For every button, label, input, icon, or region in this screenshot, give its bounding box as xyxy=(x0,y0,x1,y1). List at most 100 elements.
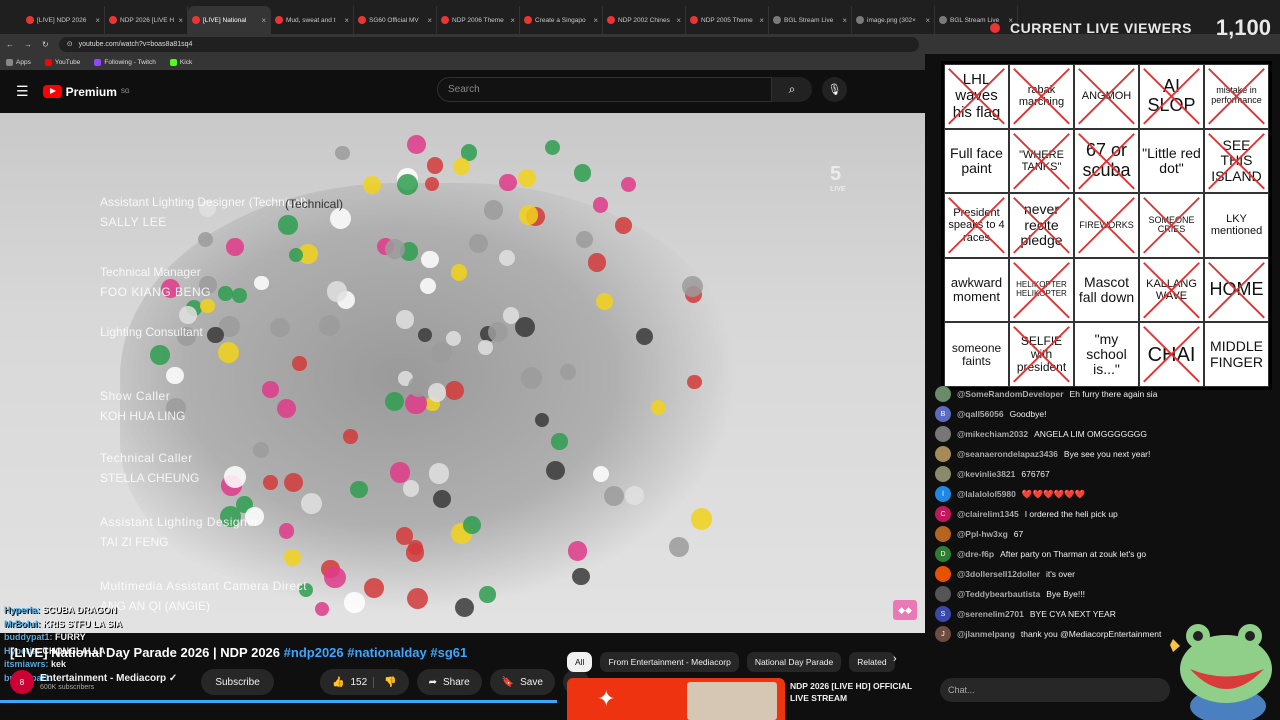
chat-avatar[interactable] xyxy=(935,466,951,482)
bookmark-item[interactable]: Following - Twitch xyxy=(94,58,156,66)
search-input[interactable]: Search xyxy=(437,77,772,102)
video-player[interactable]: Assistant Lighting Designer (Technical) S… xyxy=(0,113,925,633)
bookmark-item[interactable]: Apps xyxy=(6,58,31,66)
share-button[interactable]: ➦ Share xyxy=(416,669,482,695)
chat-avatar[interactable]: J xyxy=(935,626,951,642)
hashtag-link[interactable]: #ndp2026 xyxy=(284,645,344,660)
voice-search-button[interactable]: 🎙 xyxy=(822,77,847,102)
site-info-icon[interactable]: ⊙ xyxy=(67,40,73,48)
chat-username[interactable]: @serenelim2701 xyxy=(957,609,1024,619)
chat-avatar[interactable] xyxy=(935,386,951,402)
save-button[interactable]: 🔖 Save xyxy=(489,669,555,695)
browser-tab[interactable]: NDP 2026 [LIVE H × xyxy=(105,6,188,34)
filter-chip[interactable]: All xyxy=(567,652,593,672)
thumbs-down-icon[interactable]: 👎 xyxy=(373,676,397,688)
chat-username[interactable]: @qall56056 xyxy=(957,409,1004,419)
chat-input[interactable]: Chat... xyxy=(940,678,1170,702)
close-icon[interactable]: × xyxy=(178,16,183,25)
chat-avatar[interactable]: l xyxy=(935,486,951,502)
chat-avatar[interactable] xyxy=(935,446,951,462)
chat-username[interactable]: @seanaerondelapaz3436 xyxy=(957,449,1058,459)
tab-favicon-icon xyxy=(524,16,532,24)
filter-chip[interactable]: National Day Parade xyxy=(746,652,842,672)
chat-username[interactable]: @dre-f6p xyxy=(957,549,994,559)
browser-tab[interactable]: NDP 2006 Theme × xyxy=(437,6,520,34)
close-icon[interactable]: × xyxy=(842,16,847,25)
close-icon[interactable]: × xyxy=(510,16,515,25)
credit-line: TAI ZI FENG xyxy=(100,535,169,549)
like-button[interactable]: 👍 152 👎 xyxy=(320,669,409,695)
chat-username[interactable]: @Ppl-hw3xg xyxy=(957,529,1008,539)
hamburger-menu-icon[interactable]: ☰ xyxy=(16,83,29,100)
close-icon[interactable]: × xyxy=(261,16,266,25)
chat-username[interactable]: @SomeRandomDeveloper xyxy=(957,389,1064,399)
close-icon[interactable]: × xyxy=(95,16,100,25)
chat-message: @Teddybearbautista Bye Bye!!! xyxy=(935,584,1265,604)
tab-title: Create a Singapo xyxy=(535,16,586,24)
chat-avatar[interactable] xyxy=(935,586,951,602)
bookmark-item[interactable]: Kick xyxy=(169,58,192,66)
hashtag-link[interactable]: #nationalday xyxy=(347,645,426,660)
browser-tab[interactable]: NDP 2005 Theme × xyxy=(686,6,769,34)
chat-avatar[interactable] xyxy=(935,426,951,442)
live-chat-list: @SomeRandomDeveloper Eh furry there again… xyxy=(935,384,1265,644)
bookmark-item[interactable]: YouTube xyxy=(44,58,80,66)
chat-avatar[interactable]: B xyxy=(935,406,951,422)
chat-username[interactable]: @Teddybearbautista xyxy=(957,589,1040,599)
recommended-title[interactable]: NDP 2026 [LIVE HD] OFFICIAL LIVE STREAM xyxy=(790,680,920,704)
subscribe-button[interactable]: Subscribe xyxy=(201,669,274,695)
browser-tab[interactable]: [LIVE] NDP 2026 × xyxy=(22,6,105,34)
reload-icon[interactable]: ↻ xyxy=(42,40,49,49)
hashtag-link[interactable]: #sg61 xyxy=(430,645,467,660)
browser-tab[interactable]: image.png (302× × xyxy=(852,6,935,34)
credit-line: STELLA CHEUNG xyxy=(100,471,200,485)
performer xyxy=(551,433,568,450)
cross-mark-icon xyxy=(1143,261,1200,319)
chat-username[interactable]: @lalalolol5980 xyxy=(957,489,1016,499)
close-icon[interactable]: × xyxy=(593,16,598,25)
chat-username[interactable]: @clairelim1345 xyxy=(957,509,1019,519)
chat-avatar[interactable] xyxy=(935,526,951,542)
filter-chip[interactable]: Related xyxy=(849,652,895,672)
browser-tab[interactable]: Create a Singapo × xyxy=(520,6,603,34)
search-icon: ⌕ xyxy=(788,82,796,96)
tab-title: NDP 2005 Theme xyxy=(701,16,753,24)
browser-tab[interactable]: [LIVE] National × xyxy=(188,6,271,34)
chat-avatar[interactable] xyxy=(935,566,951,582)
cross-mark-icon xyxy=(948,68,1005,125)
cross-mark-icon xyxy=(1013,68,1070,125)
tab-title: image.png (302× xyxy=(867,16,916,24)
browser-tab[interactable]: Mud, sweat and t × xyxy=(271,6,354,34)
close-icon[interactable]: × xyxy=(344,16,349,25)
thumbnail-image xyxy=(687,682,777,720)
back-icon[interactable]: ← xyxy=(6,40,14,49)
chat-text: Goodbye! xyxy=(1009,409,1047,419)
verified-icon: ✓ xyxy=(168,673,178,684)
performer xyxy=(625,485,644,505)
chat-username[interactable]: @3dollersell12doller xyxy=(957,569,1040,579)
chat-avatar[interactable]: C xyxy=(935,506,951,522)
chat-username[interactable]: @mikechiam2032 xyxy=(957,429,1028,439)
recommended-thumbnail[interactable]: ✦ xyxy=(567,678,785,720)
forward-icon[interactable]: → xyxy=(24,40,32,49)
chat-avatar[interactable]: D xyxy=(935,546,951,562)
close-icon[interactable]: × xyxy=(759,16,764,25)
youtube-logo[interactable]: Premium SG xyxy=(42,85,130,99)
chevron-right-icon[interactable]: › xyxy=(893,653,897,665)
browser-tab[interactable]: BGL Stream Live × xyxy=(769,6,852,34)
performer xyxy=(445,380,465,400)
chat-username[interactable]: @jlanmelpang xyxy=(957,629,1015,639)
close-icon[interactable]: × xyxy=(925,16,930,25)
search-button[interactable]: ⌕ xyxy=(772,77,812,102)
channel-avatar[interactable]: 8 xyxy=(10,670,34,694)
filter-chip[interactable]: From Entertainment - Mediacorp xyxy=(600,652,739,672)
url-field[interactable]: ⊙ youtube.com/watch?v=boas8a81sq4 xyxy=(58,36,919,52)
close-icon[interactable]: × xyxy=(427,16,432,25)
channel-name[interactable]: Entertainment - Mediacorp ✓ xyxy=(40,673,177,684)
browser-tab[interactable]: SG60 Official MV × xyxy=(354,6,437,34)
browser-tab[interactable]: NDP 2002 Chines × xyxy=(603,6,686,34)
like-count: 152 xyxy=(350,676,368,688)
close-icon[interactable]: × xyxy=(676,16,681,25)
chat-avatar[interactable]: S xyxy=(935,606,951,622)
chat-username[interactable]: @kevinlie3821 xyxy=(957,469,1015,479)
